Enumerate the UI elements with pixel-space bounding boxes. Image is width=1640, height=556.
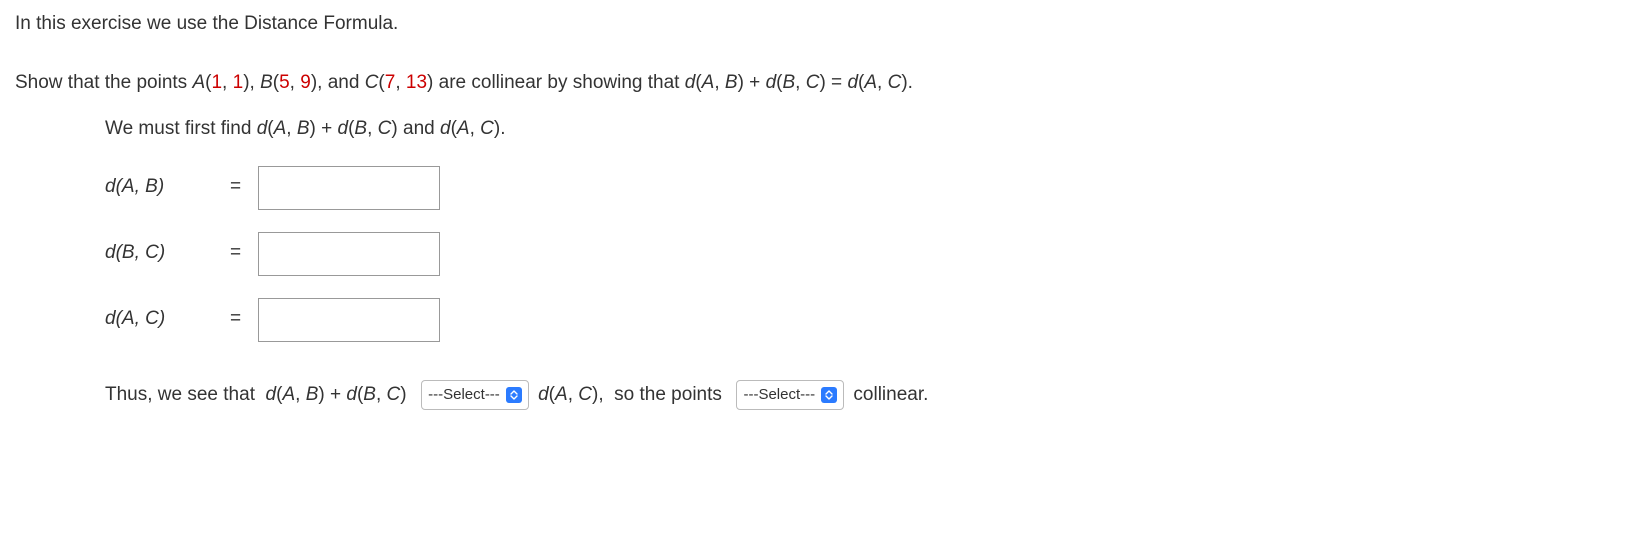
text: B: [782, 72, 795, 93]
updown-icon: [821, 387, 837, 403]
text: C: [888, 72, 902, 93]
select-label: ---Select---: [743, 384, 815, 407]
text: are collinear by showing that: [433, 72, 684, 93]
point-b-label: B: [260, 72, 273, 93]
text: [407, 381, 418, 410]
d-symbol: d: [847, 72, 858, 93]
text: ,: [877, 72, 888, 93]
text: A: [274, 118, 287, 139]
text: B: [297, 118, 310, 139]
text: ,: [714, 72, 725, 93]
d-symbol: d: [685, 72, 696, 93]
text: C: [387, 381, 401, 410]
text: , so the points: [598, 381, 732, 410]
text: Show that the points: [15, 72, 192, 93]
text: ,: [295, 381, 306, 410]
text: ), and: [311, 72, 365, 93]
point-b-y: 9: [300, 72, 311, 93]
text: +: [325, 381, 347, 410]
distance-ac-label: d(A, C): [105, 305, 230, 334]
text: ,: [222, 72, 233, 93]
point-a-y: 1: [233, 72, 244, 93]
distance-ac-input[interactable]: [258, 298, 440, 342]
text: +: [316, 118, 338, 139]
d-symbol: d: [440, 118, 451, 139]
text: +: [744, 72, 766, 93]
point-b-x: 5: [279, 72, 290, 93]
d-symbol: d: [338, 118, 349, 139]
text: ,: [395, 72, 406, 93]
d-symbol: d: [346, 381, 357, 410]
text: A: [864, 72, 877, 93]
equals-sign: =: [230, 305, 258, 334]
text: B: [306, 381, 319, 410]
point-a-label: A: [192, 72, 205, 93]
text: C: [806, 72, 820, 93]
point-c-y: 13: [406, 72, 427, 93]
text: ,: [367, 118, 378, 139]
text: Thus, we see that: [105, 381, 266, 410]
point-a-x: 1: [211, 72, 222, 93]
text: ,: [470, 118, 481, 139]
equals-sign: =: [230, 239, 258, 268]
equals-sign: =: [230, 173, 258, 202]
text: ,: [568, 381, 579, 410]
text: .: [500, 118, 505, 139]
text: B: [354, 118, 367, 139]
text: A: [282, 381, 295, 410]
text: A: [555, 381, 568, 410]
text: ),: [243, 72, 260, 93]
text: C: [378, 118, 392, 139]
select-label: ---Select---: [428, 384, 500, 407]
distance-bc-input[interactable]: [258, 232, 440, 276]
problem-statement: Show that the points A(1, 1), B(5, 9), a…: [15, 69, 1625, 98]
text: A: [457, 118, 470, 139]
conclusion-row: Thus, we see that d(A, B) + d(B, C) ---S…: [105, 380, 1625, 411]
text: C: [578, 381, 592, 410]
text: and: [398, 118, 440, 139]
text: .: [908, 72, 913, 93]
text: C: [480, 118, 494, 139]
text: A: [702, 72, 715, 93]
distance-bc-row: d(B, C) =: [105, 232, 1625, 276]
distance-ab-label: d(A, B): [105, 173, 230, 202]
d-symbol: d: [538, 381, 549, 410]
text: B: [363, 381, 376, 410]
updown-icon: [506, 387, 522, 403]
text: We must first find: [105, 118, 257, 139]
distance-bc-label: d(B, C): [105, 239, 230, 268]
distance-ac-row: d(A, C) =: [105, 298, 1625, 342]
collinear-select[interactable]: ---Select---: [736, 380, 844, 411]
text: ,: [290, 72, 301, 93]
text: collinear.: [848, 381, 928, 410]
distance-ab-row: d(A, B) =: [105, 166, 1625, 210]
distance-ab-input[interactable]: [258, 166, 440, 210]
point-c-x: 7: [385, 72, 396, 93]
d-symbol: d: [257, 118, 268, 139]
text: =: [826, 72, 848, 93]
instruction-text: We must first find d(A, B) + d(B, C) and…: [105, 115, 1625, 144]
d-symbol: d: [266, 381, 277, 410]
d-symbol: d: [766, 72, 777, 93]
text: ,: [795, 72, 806, 93]
point-c-label: C: [365, 72, 379, 93]
relation-select[interactable]: ---Select---: [421, 380, 529, 411]
text: ,: [376, 381, 387, 410]
exercise-intro: In this exercise we use the Distance For…: [15, 10, 1625, 39]
text: ,: [286, 118, 297, 139]
text: B: [725, 72, 738, 93]
